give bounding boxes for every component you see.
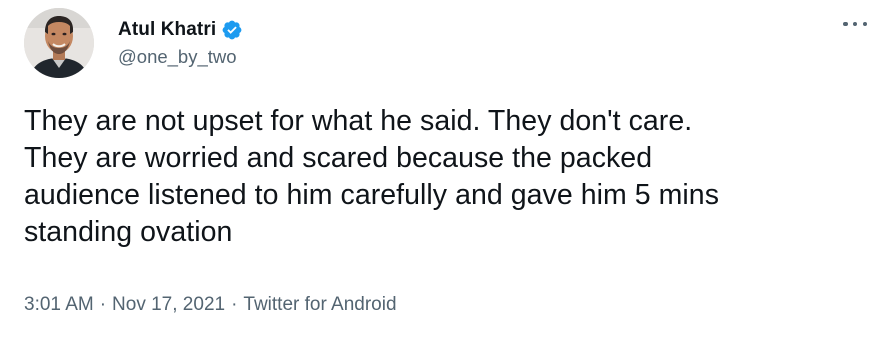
more-options-icon[interactable] [843,14,867,34]
display-name[interactable]: Atul Khatri [118,19,216,41]
dot [862,21,867,27]
meta-separator: · [99,294,107,315]
tweet-header: Atul Khatri @one_by_two [24,6,243,80]
tweet-text-line: standing ovation [24,216,233,248]
tweet-metadata: 3:01 AM · Nov 17, 2021 · Twitter for Android [24,294,397,316]
tweet-text-line: They are worried and scared because the … [24,142,653,174]
author-names: Atul Khatri @one_by_two [118,18,243,68]
tweet-card: Atul Khatri @one_by_two They are not ups… [0,0,889,339]
meta-separator: · [231,294,238,315]
author-handle[interactable]: @one_by_two [118,46,243,68]
dot [852,21,858,27]
tweet-date[interactable]: Nov 17, 2021 [112,294,225,315]
tweet-text: They are not upset for what he said. The… [24,103,874,251]
avatar[interactable] [24,8,94,78]
tweet-text-line: audience listened to him carefully and g… [24,179,719,211]
tweet-text-line: They are not upset for what he said. The… [24,105,693,137]
tweet-time[interactable]: 3:01 AM [24,294,94,315]
tweet-source[interactable]: Twitter for Android [243,294,396,315]
avatar-image [24,8,94,78]
name-row: Atul Khatri [118,18,243,42]
dot [843,21,848,27]
verified-badge-icon [221,19,243,41]
